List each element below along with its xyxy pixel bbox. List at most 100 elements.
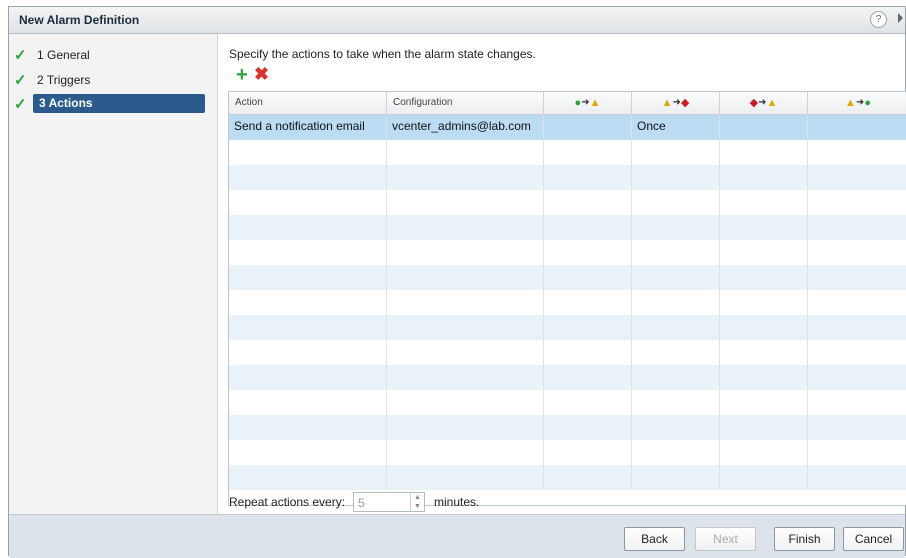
- dialog-titlebar: New Alarm Definition ?: [9, 7, 905, 34]
- table-row[interactable]: [229, 315, 906, 340]
- table-row[interactable]: [229, 440, 906, 465]
- empty-cell: [387, 315, 544, 340]
- empty-cell: [808, 340, 906, 365]
- dialog-footer: Back Next Finish Cancel: [9, 514, 905, 558]
- empty-cell: [387, 365, 544, 390]
- empty-cell: [229, 215, 387, 240]
- warning-status-icon: ▲: [766, 97, 778, 110]
- wizard-steps: ✓ 1 General ✓ 2 Triggers ✓ 3 Actions: [9, 34, 218, 514]
- empty-cell: [387, 240, 544, 265]
- table-row[interactable]: [229, 240, 906, 265]
- warning-to-critical-cell[interactable]: Once: [632, 115, 720, 140]
- step-label: General: [47, 48, 90, 62]
- arrow-right-icon: ➜: [855, 97, 865, 109]
- column-header-critical-to-warning[interactable]: ◆➜▲: [720, 92, 808, 114]
- cancel-button[interactable]: Cancel: [843, 527, 904, 551]
- table-row[interactable]: [229, 415, 906, 440]
- actions-grid: Action Configuration ●➜▲ ▲➜◆ ◆➜▲ ▲➜● Sen…: [228, 91, 906, 506]
- empty-cell: [632, 465, 720, 490]
- empty-cell: [720, 390, 808, 415]
- arrow-right-icon: ➜: [672, 97, 681, 109]
- empty-cell: [632, 140, 720, 165]
- instruction-text: Specify the actions to take when the ala…: [229, 47, 536, 61]
- empty-cell: [720, 190, 808, 215]
- stepper-buttons[interactable]: ▲ ▼: [410, 493, 424, 511]
- empty-cell: [632, 365, 720, 390]
- empty-cell: [632, 440, 720, 465]
- empty-cell: [632, 190, 720, 215]
- empty-cell: [229, 465, 387, 490]
- empty-cell: [544, 440, 632, 465]
- ok-to-warning-cell[interactable]: [544, 115, 632, 140]
- empty-cell: [544, 340, 632, 365]
- empty-cell: [387, 340, 544, 365]
- empty-cell: [720, 440, 808, 465]
- dialog-title: New Alarm Definition: [19, 13, 140, 27]
- empty-cell: [720, 165, 808, 190]
- stepper-down-icon[interactable]: ▼: [411, 502, 424, 511]
- empty-cell: [720, 415, 808, 440]
- ok-status-icon: ●: [864, 97, 871, 110]
- empty-cell: [229, 315, 387, 340]
- finish-button[interactable]: Finish: [774, 527, 835, 551]
- configuration-cell: vcenter_admins@lab.com: [387, 115, 544, 140]
- step-number: 2: [37, 73, 44, 87]
- empty-cell: [229, 340, 387, 365]
- empty-cell: [808, 315, 906, 340]
- repeat-label: Repeat actions every:: [229, 495, 346, 509]
- step-actions[interactable]: ✓ 3 Actions: [13, 94, 213, 114]
- column-header-action[interactable]: Action: [229, 92, 387, 114]
- check-icon: ✓: [14, 96, 27, 113]
- stepper-up-icon[interactable]: ▲: [411, 493, 424, 502]
- repeat-interval-stepper[interactable]: 5 ▲ ▼: [353, 492, 425, 512]
- remove-icon[interactable]: ✖: [254, 65, 269, 83]
- empty-cell: [544, 165, 632, 190]
- empty-cell: [720, 265, 808, 290]
- new-alarm-dialog: New Alarm Definition ? ✓ 1 General ✓ 2 T…: [8, 6, 906, 558]
- empty-cell: [387, 465, 544, 490]
- empty-cell: [632, 240, 720, 265]
- empty-cell: [720, 365, 808, 390]
- table-row[interactable]: [229, 165, 906, 190]
- critical-to-warning-cell[interactable]: [720, 115, 808, 140]
- table-row[interactable]: [229, 390, 906, 415]
- table-row[interactable]: [229, 190, 906, 215]
- expand-arrow-icon[interactable]: [898, 13, 903, 23]
- actions-panel: Specify the actions to take when the ala…: [218, 34, 906, 514]
- step-label: Actions: [48, 96, 93, 110]
- back-button[interactable]: Back: [624, 527, 685, 551]
- empty-cell: [720, 240, 808, 265]
- empty-cell: [387, 290, 544, 315]
- help-icon[interactable]: ?: [870, 11, 887, 28]
- step-general[interactable]: ✓ 1 General: [13, 45, 213, 65]
- empty-cell: [720, 215, 808, 240]
- empty-cell: [387, 390, 544, 415]
- warning-status-icon: ▲: [589, 97, 601, 110]
- warning-to-ok-cell[interactable]: [808, 115, 906, 140]
- table-row[interactable]: [229, 365, 906, 390]
- empty-cell: [808, 240, 906, 265]
- table-row[interactable]: Send a notification email vcenter_admins…: [229, 115, 906, 140]
- column-header-warning-to-critical[interactable]: ▲➜◆: [632, 92, 720, 114]
- column-header-warning-to-ok[interactable]: ▲➜●: [808, 92, 906, 114]
- table-row[interactable]: [229, 265, 906, 290]
- empty-cell: [632, 165, 720, 190]
- repeat-unit: minutes.: [434, 495, 480, 509]
- table-row[interactable]: [229, 465, 906, 490]
- table-row[interactable]: [229, 215, 906, 240]
- empty-cell: [544, 215, 632, 240]
- empty-cell: [808, 440, 906, 465]
- step-triggers[interactable]: ✓ 2 Triggers: [13, 70, 213, 90]
- repeat-interval-value[interactable]: 5: [358, 496, 365, 510]
- check-icon: ✓: [14, 72, 27, 89]
- empty-cell: [229, 265, 387, 290]
- table-row[interactable]: [229, 140, 906, 165]
- table-row[interactable]: [229, 340, 906, 365]
- step-label: Triggers: [46, 73, 91, 87]
- table-row[interactable]: [229, 290, 906, 315]
- arrow-right-icon: ➜: [581, 97, 590, 109]
- add-icon[interactable]: +: [236, 65, 248, 85]
- column-header-ok-to-warning[interactable]: ●➜▲: [544, 92, 632, 114]
- column-header-configuration[interactable]: Configuration: [387, 92, 544, 114]
- next-button[interactable]: Next: [695, 527, 756, 551]
